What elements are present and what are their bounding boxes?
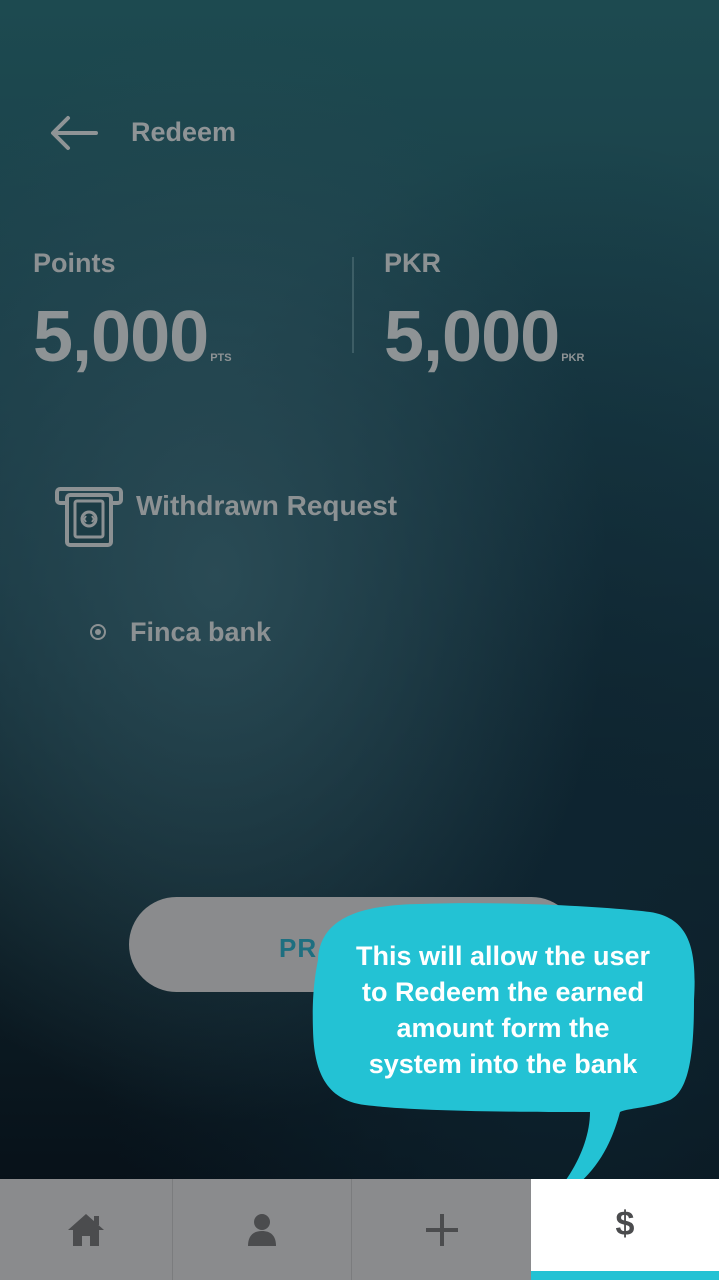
annotation-line: to Redeem the earned — [361, 977, 645, 1007]
annotation-line: This will allow the user — [355, 941, 651, 971]
tab-redeem[interactable]: $ — [531, 1179, 719, 1280]
atm-cash-icon — [55, 487, 123, 547]
points-value: 5,000 PTS — [33, 296, 232, 378]
tab-add[interactable] — [352, 1179, 531, 1280]
proceed-button-label: PR — [279, 933, 318, 963]
bottom-tab-bar: $ — [0, 1179, 719, 1280]
pkr-label: PKR — [384, 248, 442, 278]
plus-icon — [425, 1213, 458, 1246]
pkr-amount: 5,000 — [384, 297, 560, 377]
points-amount: 5,000 — [33, 297, 209, 377]
tab-profile[interactable] — [173, 1179, 352, 1280]
home-icon — [68, 1213, 104, 1246]
radio-selected-icon[interactable] — [90, 624, 106, 640]
pkr-value: 5,000 PKR — [384, 296, 584, 378]
points-unit: PTS — [210, 352, 232, 364]
arrow-left-icon — [51, 116, 98, 150]
back-button[interactable] — [48, 113, 98, 153]
tab-home[interactable] — [0, 1179, 173, 1280]
annotation-bubble — [312, 903, 695, 1205]
page-title: Redeem — [131, 117, 237, 147]
header: Redeem — [0, 95, 719, 175]
pkr-unit: PKR — [561, 352, 585, 364]
annotation-line: system into the bank — [368, 1049, 638, 1079]
stats-divider — [352, 257, 354, 353]
annotation-line: amount form the — [396, 1013, 610, 1043]
user-icon — [248, 1213, 276, 1246]
active-tab-indicator — [531, 1271, 719, 1280]
bank-option-label: Finca bank — [130, 617, 272, 647]
annotation-text: This will allow the user to Redeem the e… — [318, 938, 688, 1082]
dollar-icon: $ — [615, 1205, 635, 1243]
withdraw-request-label: Withdrawn Request — [136, 490, 398, 521]
withdraw-request: Withdrawn Request — [55, 487, 455, 552]
points-label: Points — [33, 248, 116, 278]
